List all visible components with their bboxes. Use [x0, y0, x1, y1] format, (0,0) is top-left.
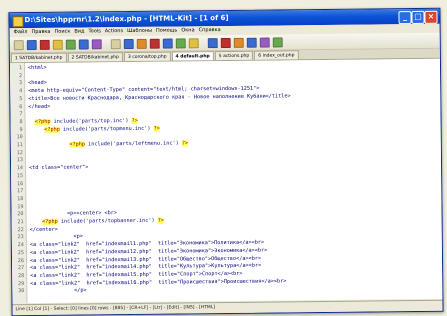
toolbar-button-icon[interactable] [52, 39, 63, 50]
code-editor[interactable]: 1 <html> 2 3 <head> 4 <meta http-equiv="Conten… [9, 58, 443, 304]
menu-item-7[interactable]: Помощь [156, 28, 177, 34]
php-close-tag: ?> [131, 117, 138, 124]
menu-item-5[interactable]: Actions [105, 28, 123, 34]
toolbar-button-icon[interactable] [123, 38, 134, 50]
toolbar-button-icon[interactable] [65, 39, 76, 50]
toolbar-button-icon[interactable] [78, 39, 89, 50]
toolbar-button-icon[interactable] [136, 38, 147, 49]
menu-item-1[interactable]: Правка [31, 29, 50, 35]
line-number: 9 [19, 126, 23, 133]
code-text: <p><center> <br> [29, 210, 118, 218]
toolbar-button-icon[interactable] [233, 37, 244, 48]
close-button[interactable]: × [424, 10, 438, 24]
line-number: 29 [17, 280, 25, 287]
php-close-tag: ?> [157, 217, 164, 224]
code-text: </head> [28, 103, 51, 110]
tab-6[interactable]: 6 index_out.php [254, 50, 299, 60]
line-number: 13 [16, 157, 24, 164]
tab-5[interactable]: 5 actions.php [214, 50, 254, 61]
status-text: Line [1] Col [1] - Select: [0] lines [0]… [15, 305, 216, 313]
menu-item-6[interactable]: Шаблоны [127, 28, 152, 34]
line-number: 16 [16, 180, 24, 187]
menu-item-8[interactable]: Окна [181, 27, 194, 33]
php-open-tag: <?php [34, 118, 51, 125]
line-number: 22 [17, 226, 24, 233]
line-number: 24 [17, 242, 24, 249]
menu-item-9[interactable]: Справка [199, 27, 221, 33]
line-number: 21 [17, 219, 24, 226]
tab-1[interactable]: 1 SATDB/kabinet.php [10, 52, 67, 63]
menu-item-2[interactable]: Поиск [54, 29, 70, 35]
php-open-tag: <?php [44, 126, 60, 133]
tab-4[interactable]: 4 default.php [171, 51, 214, 61]
toolbar-button-icon[interactable] [149, 38, 160, 49]
line-number: 25 [17, 249, 24, 256]
code-text: <p> [29, 233, 83, 241]
line-number: 30 [18, 288, 25, 295]
line-number: 17 [17, 188, 24, 195]
line-number: 10 [16, 134, 23, 141]
toolbar-button-icon[interactable] [91, 39, 102, 50]
line-number: 3 [19, 80, 23, 87]
code-text: </p> [30, 287, 87, 295]
php-close-tag: ?> [153, 125, 160, 132]
line-number: 11 [16, 142, 23, 149]
toolbar-button-icon[interactable] [13, 40, 24, 51]
line-number: 14 [16, 165, 24, 172]
toolbar-button-icon[interactable] [188, 38, 199, 49]
line-number: 4 [19, 88, 23, 95]
line-number: 19 [17, 203, 24, 210]
toolbar-button-icon[interactable] [175, 38, 186, 49]
line-number: 27 [17, 265, 25, 272]
minimize-button[interactable]: _ [398, 11, 412, 25]
menu-item-0[interactable]: Файл [14, 29, 28, 35]
line-number: 26 [17, 257, 25, 264]
toolbar-button-icon[interactable] [246, 37, 257, 48]
tab-3[interactable]: 3 corona/top.php [123, 51, 171, 62]
line-number: 20 [17, 211, 24, 218]
menu-item-4[interactable]: Tools [88, 28, 100, 34]
code-text: <td class="center"> [29, 164, 89, 172]
code-text: </center> [29, 226, 58, 233]
line-number: 6 [19, 103, 23, 110]
line-number: 18 [17, 196, 24, 203]
line-number: 2 [18, 72, 23, 79]
toolbar-button-icon[interactable] [207, 38, 218, 49]
line-number: 15 [16, 172, 24, 179]
php-open-tag: <?php [42, 218, 58, 225]
line-number: 5 [19, 95, 23, 102]
line-number: 23 [17, 234, 24, 241]
line-number: 28 [17, 273, 25, 280]
toolbar-button-icon[interactable] [26, 39, 37, 51]
editor-window: D:\Sites\hpprnr\1.2\index.php - [HTML-Ki… [8, 7, 444, 316]
toolbar-button-icon[interactable] [272, 37, 283, 48]
app-icon [12, 16, 24, 28]
code-text: <html> [27, 64, 47, 72]
php-open-tag: <?php [69, 141, 86, 148]
maximize-button[interactable]: □ [411, 10, 425, 25]
line-number: 7 [19, 111, 23, 118]
toolbar-button-icon[interactable] [39, 39, 50, 50]
code-text: <head> [28, 80, 47, 87]
line-number: 1 [18, 65, 23, 72]
tab-2[interactable]: 2 SATDB/kabinet.php [67, 52, 124, 62]
php-close-tag: ?> [181, 140, 189, 147]
toolbar-button-icon[interactable] [162, 38, 173, 49]
menu-item-3[interactable]: Вид [74, 28, 84, 34]
toolbar-button-icon[interactable] [220, 37, 231, 49]
toolbar-button-icon[interactable] [110, 39, 121, 50]
line-number: 12 [16, 149, 23, 156]
line-number: 8 [19, 119, 23, 126]
toolbar-button-icon[interactable] [259, 37, 270, 48]
